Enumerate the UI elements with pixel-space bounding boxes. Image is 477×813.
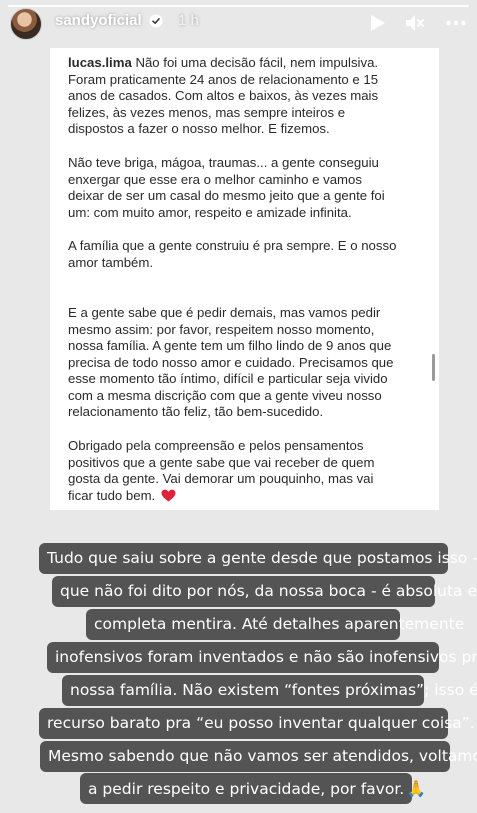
story-view[interactable]: sandyoficial 1 h lucas.lima Não foi uma … [0, 0, 477, 813]
note-paragraph-3: A família que a gente construiu é pra se… [68, 238, 433, 271]
note-line: esse momento tão íntimo, difícil e parti… [68, 371, 388, 386]
username[interactable]: sandyoficial [55, 12, 142, 29]
note-line: anos de casados. Com altos e baixos, às … [68, 88, 379, 103]
note-author: lucas.lima [68, 55, 132, 70]
note-line: deixar de ser um casal do mesmo jeito qu… [68, 188, 385, 203]
note-line: A família que a gente construiu é pra se… [68, 238, 397, 253]
note-line: com a mesma discrição com que a gente vi… [68, 387, 382, 403]
note-p1-first: Não foi uma decisão fácil, nem impulsiva… [135, 55, 379, 70]
note-line: relacionamento tão feliz, tão bem-sucedi… [68, 404, 324, 419]
note-line: gosta da gente. Vai demorar um pouquinho… [68, 471, 374, 486]
note-line: Obrigado pela compreensão e pelos pensam… [68, 438, 364, 453]
note-line: Foram praticamente 24 anos de relacionam… [68, 71, 379, 87]
story-progress-bar [8, 5, 469, 7]
caption-line: recurso barato pra “eu posso inventar qu… [39, 708, 475, 739]
note-paragraph-5: Obrigado pela compreensão e pelos pensam… [68, 438, 433, 504]
caption-line-with-emoji: a pedir respeito e privacidade, por favo… [80, 773, 426, 804]
note-line: dispostos a fazer o nosso melhor. E fize… [68, 121, 330, 136]
caption-line: completa mentira. Até detalhes aparentem… [86, 609, 464, 640]
note-line: nossa família. A gente tem um filho lind… [68, 338, 392, 353]
note-scrollbar [432, 354, 435, 381]
play-icon[interactable] [366, 12, 388, 34]
note-line: enxergar que esse era o melhor caminho e… [68, 171, 362, 187]
post-time: 1 h [178, 12, 199, 29]
note-paragraph-2: Não teve briga, mágoa, traumas... a gent… [68, 155, 433, 221]
mute-icon[interactable] [403, 12, 425, 34]
caption-line: que não foi dito por nós, da nossa boca … [52, 576, 477, 607]
note-line: positivos que a gente sabe que vai receb… [68, 454, 375, 470]
more-icon[interactable] [445, 12, 467, 34]
caption-line: nossa família. Não existem “fontes próxi… [62, 675, 477, 706]
caption-line: Mesmo sabendo que não vamos ser atendido… [40, 741, 477, 772]
avatar[interactable] [10, 8, 42, 40]
caption-text: a pedir respeito e privacidade, por favo… [88, 780, 405, 798]
note-line: um: com muito amor, respeito e amizade i… [68, 204, 352, 220]
note-paragraph-1: lucas.lima Não foi uma decisão fácil, ne… [68, 55, 433, 138]
caption-line: inofensivos foram inventados e não são i… [47, 642, 477, 673]
caption-line: Tudo que saiu sobre a gente desde que po… [39, 543, 477, 574]
note-line: amor também. [68, 254, 154, 270]
note-line: ficar tudo bem. [68, 487, 156, 503]
note-line: mesmo assim: por favor, respeitem nosso … [68, 321, 375, 337]
heart-emoji-icon [161, 489, 176, 501]
praying-hands-icon: 🙏 [406, 779, 427, 798]
story-header: sandyoficial 1 h [0, 0, 477, 48]
note-line: E a gente sabe que é pedir demais, mas v… [68, 305, 381, 320]
note-paragraph-4: E a gente sabe que é pedir demais, mas v… [68, 305, 433, 421]
note-line: Não teve briga, mágoa, traumas... a gent… [68, 155, 379, 170]
note-line: precisa de todo nosso amor e cuidado. Pr… [68, 354, 394, 370]
verified-badge-icon [149, 14, 163, 28]
note-line: felizes, às vezes menos, mas sempre inte… [68, 104, 346, 120]
